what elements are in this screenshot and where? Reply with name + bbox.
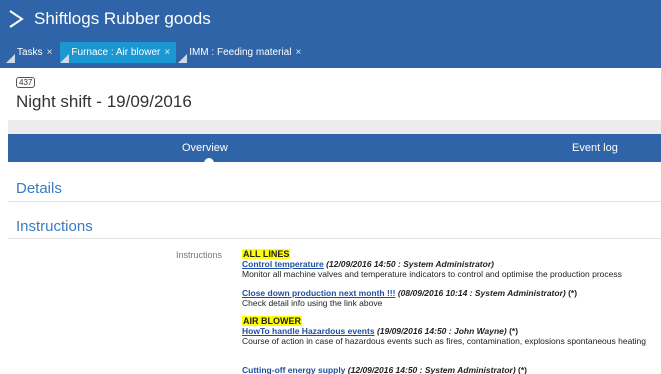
instruction-link[interactable]: Close down production next month !!!: [242, 288, 395, 298]
menu-arrow-icon[interactable]: [8, 10, 24, 28]
tab-label: Tasks: [17, 47, 43, 58]
tab-tasks[interactable]: Tasks ×: [6, 42, 58, 63]
app-header: Shiftlogs Rubber goods: [8, 8, 211, 30]
close-icon[interactable]: ×: [164, 47, 170, 58]
tab-label: IMM : Feeding material: [189, 47, 292, 58]
instruction-desc: Course of action in case of hazardous ev…: [242, 336, 646, 346]
instruction-flag: (*): [509, 326, 519, 336]
instruction-link[interactable]: HowTo handle Hazardous events: [242, 326, 375, 336]
instruction-desc: Check detail info using the link above: [242, 298, 383, 308]
page-title: Night shift - 19/09/2016: [16, 92, 192, 111]
instruction-desc: Monitor all machine valves and temperatu…: [242, 269, 622, 279]
shift-id-badge: 437: [16, 77, 36, 88]
tab-label: Furnace : Air blower: [71, 47, 161, 58]
group-tag: AIR BLOWER: [242, 316, 302, 326]
instruction-link[interactable]: Control temperature: [242, 259, 324, 269]
top-bar: Shiftlogs Rubber goods Tasks × Furnace :…: [0, 0, 661, 68]
divider: [8, 238, 661, 239]
section-details-heading[interactable]: Details: [16, 180, 62, 197]
instruction-meta: (08/09/2016 10:14 : System Administrator…: [397, 288, 566, 298]
instruction-link[interactable]: Cutting-off energy supply: [242, 365, 345, 374]
tab-event-log[interactable]: Event log: [572, 134, 618, 162]
instruction-meta: (12/09/2016 14:50 : System Administrator…: [347, 365, 516, 374]
close-icon[interactable]: ×: [47, 47, 53, 58]
instruction-meta: (12/09/2016 14:50 : System Administrator…: [326, 259, 494, 269]
instruction-flag: (*): [518, 365, 528, 374]
app-title: Shiftlogs Rubber goods: [34, 9, 211, 28]
group-tag: ALL LINES: [242, 249, 291, 259]
tab-corner-icon: [60, 54, 70, 63]
section-instructions-heading[interactable]: Instructions: [16, 218, 93, 235]
tab-imm-feeding-material[interactable]: IMM : Feeding material ×: [178, 42, 307, 63]
section-nav: Overview Event log: [8, 134, 661, 168]
tab-furnace-air-blower[interactable]: Furnace : Air blower ×: [60, 42, 177, 63]
instruction-group-all-lines: ALL LINES Control temperature (12/09/201…: [242, 249, 657, 279]
instructions-label: Instructions: [176, 250, 223, 260]
tab-corner-icon: [6, 54, 15, 63]
divider-strip: [8, 120, 661, 134]
active-tab-indicator: [204, 158, 214, 168]
divider: [8, 201, 661, 202]
instruction-item: Cutting-off energy supply (12/09/2016 14…: [242, 365, 657, 374]
instruction-group-air-blower: AIR BLOWER HowTo handle Hazardous events…: [242, 316, 657, 346]
close-icon[interactable]: ×: [295, 47, 301, 58]
tab-overview[interactable]: Overview: [182, 134, 228, 162]
instruction-meta: (19/09/2016 14:50 : John Wayne): [376, 326, 507, 336]
tab-strip: Tasks × Furnace : Air blower × IMM : Fee…: [6, 42, 309, 63]
instruction-flag: (*): [568, 288, 578, 298]
instruction-item: Close down production next month !!! (08…: [242, 288, 657, 308]
tab-corner-icon: [178, 54, 188, 63]
